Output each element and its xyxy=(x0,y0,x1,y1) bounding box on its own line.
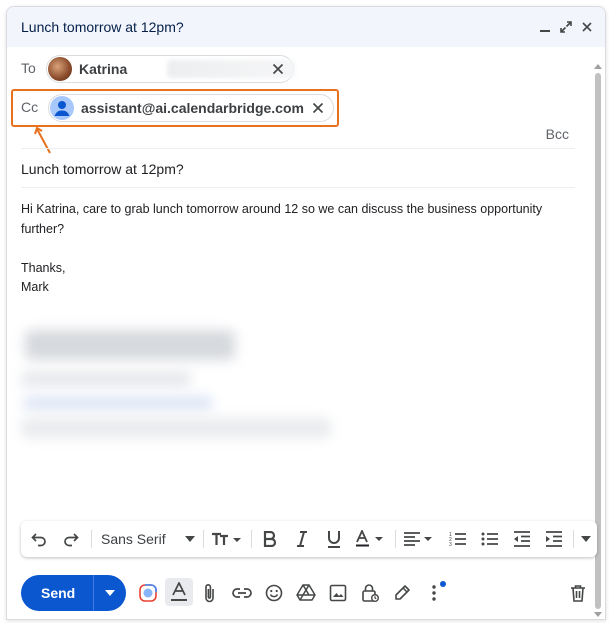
photo-icon[interactable] xyxy=(327,582,349,604)
compose-title: Lunch tomorrow at 12pm? xyxy=(21,19,184,35)
italic-icon[interactable] xyxy=(289,521,315,557)
notification-dot xyxy=(440,581,446,587)
toolbar-separator xyxy=(91,530,92,548)
text-color-icon[interactable] xyxy=(353,521,389,557)
remove-recipient-icon[interactable] xyxy=(269,60,287,78)
indent-more-icon[interactable] xyxy=(541,521,567,557)
blurred-signature xyxy=(17,320,347,447)
bulleted-list-icon[interactable] xyxy=(477,521,503,557)
subject-field[interactable]: Lunch tomorrow at 12pm? xyxy=(21,161,184,177)
send-button[interactable]: Send xyxy=(21,575,126,611)
annotation-arrow xyxy=(34,126,51,154)
body-line: Hi Katrina, care to grab lunch tomorrow … xyxy=(21,202,543,236)
divider xyxy=(21,187,575,188)
toolbar-separator xyxy=(573,530,574,548)
ai-icon[interactable] xyxy=(137,582,159,604)
message-body[interactable]: Hi Katrina, care to grab lunch tomorrow … xyxy=(21,200,581,298)
to-recipient-name: Katrina xyxy=(79,61,128,77)
cc-highlight-box xyxy=(11,89,339,127)
numbered-list-icon[interactable]: 123 xyxy=(445,521,471,557)
formatting-toolbar: Sans Serif 123 xyxy=(21,521,597,557)
redo-icon[interactable] xyxy=(59,521,83,557)
link-icon[interactable] xyxy=(231,582,253,604)
chevron-down-icon xyxy=(185,536,195,542)
body-line: Mark xyxy=(21,280,49,294)
font-select[interactable]: Sans Serif xyxy=(101,521,197,557)
attach-icon[interactable] xyxy=(199,582,221,604)
signature-icon[interactable] xyxy=(391,582,413,604)
compose-title-bar[interactable]: Lunch tomorrow at 12pm? xyxy=(7,7,605,47)
bcc-link[interactable]: Bcc xyxy=(546,126,569,142)
avatar xyxy=(48,57,72,81)
underline-icon[interactable] xyxy=(321,521,347,557)
bold-icon[interactable] xyxy=(257,521,283,557)
text-size-icon[interactable] xyxy=(209,521,245,557)
compose-bottom-bar: Send xyxy=(7,569,605,619)
send-label: Send xyxy=(41,585,76,601)
formatting-options-icon[interactable] xyxy=(165,578,193,606)
toolbar-separator xyxy=(203,530,204,548)
close-icon[interactable] xyxy=(577,17,597,37)
popout-icon[interactable] xyxy=(556,17,576,37)
to-recipient-chip[interactable]: Katrina xyxy=(46,55,295,83)
to-label: To xyxy=(21,60,36,76)
chevron-down-icon xyxy=(105,590,115,596)
drive-icon[interactable] xyxy=(295,582,317,604)
schedule-send-button[interactable] xyxy=(94,575,126,611)
undo-icon[interactable] xyxy=(27,521,51,557)
toolbar-separator xyxy=(395,530,396,548)
emoji-icon[interactable] xyxy=(263,582,285,604)
svg-text:3: 3 xyxy=(449,542,452,547)
divider xyxy=(21,148,575,149)
trash-icon[interactable] xyxy=(567,582,589,604)
align-icon[interactable] xyxy=(401,521,437,557)
confidential-icon[interactable] xyxy=(359,582,381,604)
body-line: Thanks, xyxy=(21,260,66,275)
indent-less-icon[interactable] xyxy=(509,521,535,557)
compose-window: Lunch tomorrow at 12pm? To Katrina Cc as… xyxy=(6,6,606,620)
font-name: Sans Serif xyxy=(101,531,166,547)
minimize-icon[interactable] xyxy=(535,17,555,37)
toolbar-separator xyxy=(251,530,252,548)
more-formatting-icon[interactable] xyxy=(577,521,595,557)
